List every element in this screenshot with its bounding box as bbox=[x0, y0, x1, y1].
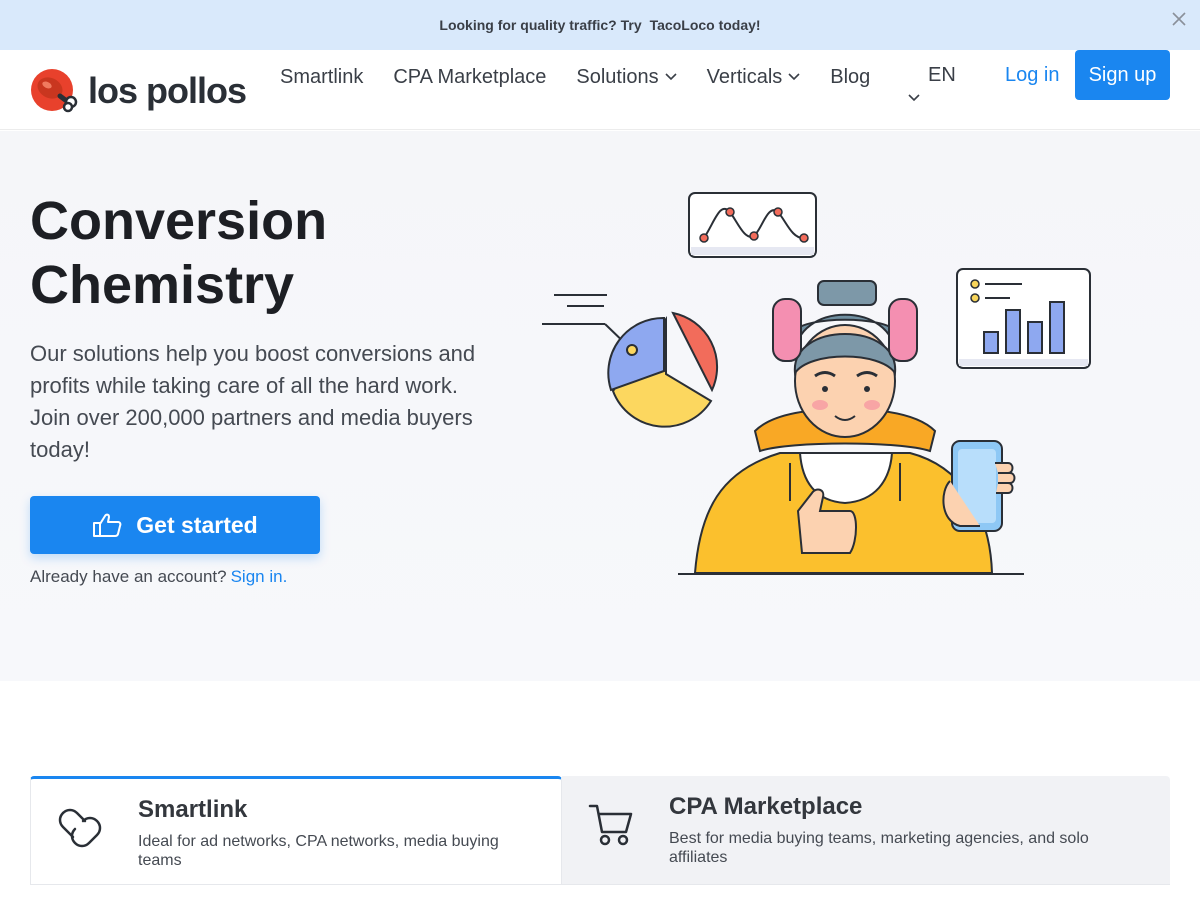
get-started-label: Get started bbox=[136, 511, 258, 538]
chevron-down-icon bbox=[665, 73, 677, 81]
hero-subtitle: Our solutions help you boost conversions… bbox=[30, 341, 476, 462]
site-header: los pollos Smartlink CPA Marketplace Sol… bbox=[0, 50, 1200, 130]
tab-title: Smartlink bbox=[138, 796, 248, 823]
account-prompt: Already have an account? Sign in. bbox=[30, 567, 287, 587]
language-selector[interactable]: EN bbox=[905, 64, 956, 120]
account-prompt-text: Already have an account? bbox=[30, 567, 227, 586]
nav-verticals[interactable]: Verticals bbox=[707, 64, 801, 90]
logo[interactable]: los pollos bbox=[30, 68, 247, 114]
chevron-down-icon bbox=[908, 94, 920, 102]
tab-description: Best for media buying teams, marketing a… bbox=[669, 830, 1089, 866]
logo-text: los pollos bbox=[88, 70, 247, 111]
login-link[interactable]: Log in bbox=[1005, 64, 1060, 87]
tabs-divider bbox=[30, 884, 1170, 885]
hero-section: Conversion Chemistry Our solutions help … bbox=[0, 131, 1200, 681]
nav-label: Solutions bbox=[576, 65, 659, 88]
nav-solutions[interactable]: Solutions bbox=[576, 64, 677, 90]
nav-label: Blog bbox=[830, 65, 871, 88]
hero-title-line: Chemistry bbox=[30, 255, 295, 315]
main-nav: Smartlink CPA Marketplace Solutions Vert… bbox=[280, 64, 900, 90]
signup-button[interactable]: Sign up bbox=[1075, 50, 1170, 100]
nav-cpa-marketplace[interactable]: CPA Marketplace bbox=[393, 64, 546, 90]
nav-label: Smartlink bbox=[280, 65, 364, 88]
shopping-cart-icon bbox=[588, 804, 633, 846]
hero-title: Conversion Chemistry bbox=[30, 189, 470, 317]
tab-smartlink[interactable]: Smartlink Ideal for ad networks, CPA net… bbox=[30, 776, 562, 884]
bar-chart-card-icon bbox=[956, 268, 1091, 369]
tab-cpa-marketplace[interactable]: CPA Marketplace Best for media buying te… bbox=[562, 776, 1170, 884]
line-chart-card-icon bbox=[688, 192, 817, 258]
nav-label: Verticals bbox=[706, 65, 783, 88]
hero-title-line: Conversion bbox=[30, 191, 328, 251]
promo-banner: Looking for quality traffic? Try TacoLoc… bbox=[0, 0, 1200, 50]
nav-label: CPA Marketplace bbox=[393, 65, 547, 88]
hero-illustration bbox=[542, 192, 1091, 575]
chevron-down-icon bbox=[788, 73, 800, 81]
signin-link[interactable]: Sign in. bbox=[231, 567, 288, 586]
chicken-leg-icon bbox=[31, 69, 78, 113]
link-icon bbox=[58, 808, 102, 848]
nav-blog[interactable]: Blog bbox=[830, 64, 870, 90]
promo-brand-link[interactable]: TacoLoco today! bbox=[650, 17, 761, 33]
nav-smartlink[interactable]: Smartlink bbox=[280, 64, 363, 90]
thumbs-up-icon bbox=[93, 513, 122, 537]
get-started-button[interactable]: Get started bbox=[30, 496, 320, 554]
language-label: EN bbox=[928, 64, 956, 86]
tab-title: CPA Marketplace bbox=[669, 793, 863, 820]
close-icon[interactable] bbox=[1168, 8, 1190, 30]
promo-text: Looking for quality traffic? Try bbox=[439, 17, 642, 33]
product-tabs: Smartlink Ideal for ad networks, CPA net… bbox=[30, 776, 1170, 886]
tab-description: Ideal for ad networks, CPA networks, med… bbox=[138, 833, 499, 869]
pie-chart-icon bbox=[542, 294, 719, 428]
